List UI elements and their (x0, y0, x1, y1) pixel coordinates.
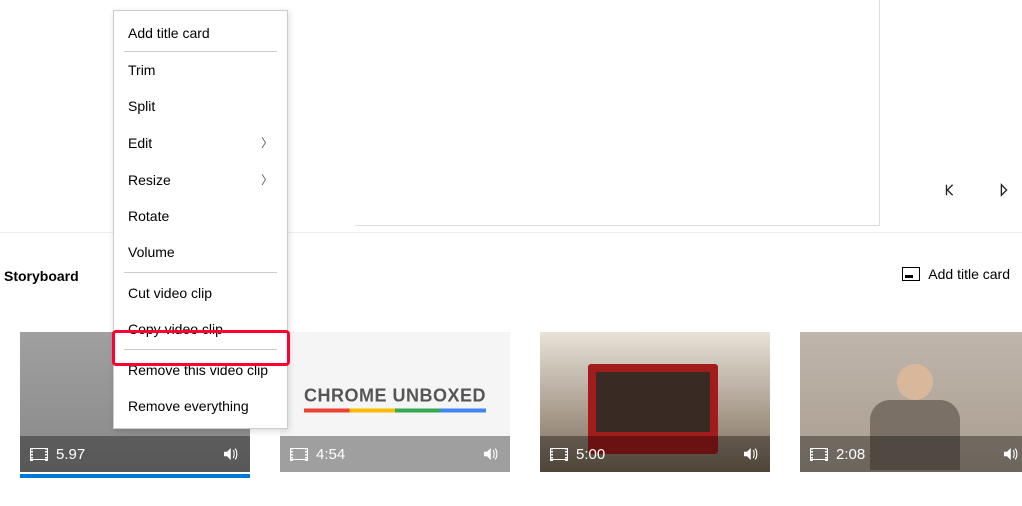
add-title-card-button[interactable]: Add title card (902, 266, 1010, 282)
add-title-card-label: Add title card (928, 266, 1010, 282)
clip-info-bar: 2:08 (800, 436, 1022, 472)
preview-panel (355, 0, 880, 226)
clip-duration: 5:00 (576, 446, 605, 463)
menu-add-title-card[interactable]: Add title card (124, 15, 277, 52)
storyboard-heading: Storyboard (4, 268, 79, 284)
menu-cut-clip[interactable]: Cut video clip (114, 275, 287, 311)
menu-remove-this-clip[interactable]: Remove this video clip (114, 352, 287, 388)
film-icon (550, 448, 568, 460)
next-frame-button[interactable] (992, 178, 1016, 202)
film-icon (810, 448, 828, 460)
menu-remove-everything[interactable]: Remove everything (114, 388, 287, 424)
volume-icon[interactable] (1000, 445, 1020, 463)
prev-frame-button[interactable] (938, 178, 962, 202)
menu-split[interactable]: Split (114, 88, 287, 124)
menu-edit[interactable]: Edit〉 (114, 124, 287, 161)
menu-separator (124, 349, 277, 350)
chevron-right-icon: 〉 (261, 134, 273, 151)
chevron-right-icon: 〉 (261, 171, 273, 188)
clip-item[interactable]: 2:08 (800, 332, 1022, 472)
film-icon (30, 448, 48, 460)
menu-resize[interactable]: Resize〉 (114, 161, 287, 198)
menu-separator (124, 272, 277, 273)
menu-copy-clip[interactable]: Copy video clip (114, 311, 287, 347)
clip-info-bar: 5.97 (20, 436, 250, 472)
clip-info-bar: 5:00 (540, 436, 770, 472)
clip-duration: 2:08 (836, 446, 865, 463)
title-card-icon (902, 267, 920, 281)
volume-icon[interactable] (220, 445, 240, 463)
clip-duration: 4:54 (316, 446, 345, 463)
clip-info-bar: 4:54 (280, 436, 510, 472)
clip-context-menu: Add title card Trim Split Edit〉 Resize〉 … (113, 10, 288, 429)
volume-icon[interactable] (740, 445, 760, 463)
menu-trim[interactable]: Trim (114, 52, 287, 88)
clip-logo: CHROME UNBOXED (304, 386, 486, 413)
preview-nav (938, 178, 1016, 202)
menu-volume[interactable]: Volume (114, 234, 287, 270)
clip-item[interactable]: CHROME UNBOXED 4:54 (280, 332, 510, 472)
film-icon (290, 448, 308, 460)
volume-icon[interactable] (480, 445, 500, 463)
menu-rotate[interactable]: Rotate (114, 198, 287, 234)
clip-duration: 5.97 (56, 446, 85, 463)
clip-item[interactable]: 5:00 (540, 332, 770, 472)
